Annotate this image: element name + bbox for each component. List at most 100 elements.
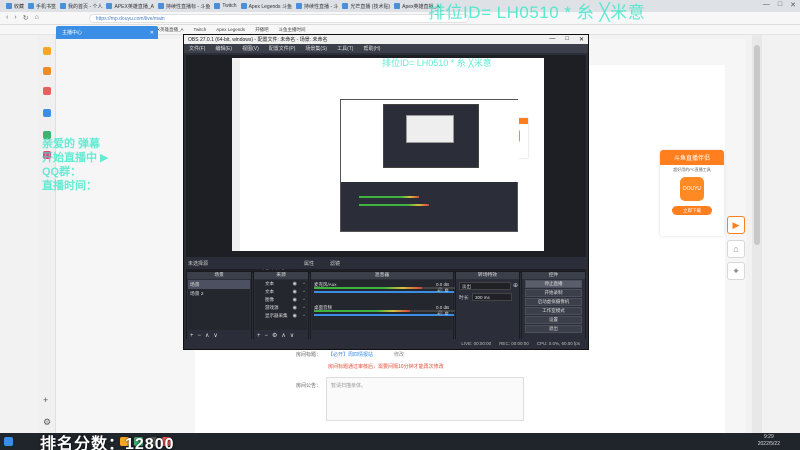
source-label: 图像 bbox=[265, 297, 274, 302]
controls-list: 停止直播 开始录制 启动虚拟摄像机 工作室模式 设置 退出 bbox=[522, 280, 585, 333]
gamepad-icon[interactable]: ✦ bbox=[727, 262, 745, 280]
sources-toolbar[interactable]: +−⚙∧∨ bbox=[257, 332, 298, 339]
lock-icon[interactable]: ▫ bbox=[303, 312, 305, 320]
browser-tab-label: 我的首页 - 个人 bbox=[68, 3, 103, 10]
mail-icon[interactable] bbox=[43, 87, 51, 95]
settings-icon[interactable]: ⚙ bbox=[43, 417, 51, 428]
start-icon[interactable] bbox=[4, 437, 13, 446]
lock-icon[interactable]: ▫ bbox=[303, 288, 305, 296]
sources-title: 来源 bbox=[254, 272, 308, 279]
source-label: 显示器采集 bbox=[265, 313, 288, 318]
source-item[interactable]: 文本 ◉ ▫ bbox=[255, 280, 307, 288]
bookmark-item[interactable]: Twitch bbox=[194, 27, 207, 32]
browser-tab[interactable]: 持续性直播标 - 斗鱼 bbox=[157, 3, 210, 10]
visibility-icon[interactable]: ◉ bbox=[293, 312, 297, 320]
forward-icon[interactable]: › bbox=[14, 14, 16, 22]
control-button[interactable]: 启动虚拟摄像机 bbox=[525, 298, 582, 306]
room-title-link[interactable]: 【必开】周四情报站 bbox=[328, 351, 373, 358]
obs-title-bar: OBS 27.0.1 (64-bit, windows) - 配置文件: 未命名… bbox=[184, 35, 588, 44]
browser-tab[interactable]: 收藏 bbox=[6, 3, 24, 10]
volume-slider[interactable] bbox=[314, 314, 454, 316]
obs-menu-item[interactable]: 视图(V) bbox=[242, 45, 259, 52]
scrollbar[interactable] bbox=[752, 35, 762, 433]
obs-menu-item[interactable]: 工具(T) bbox=[337, 45, 353, 52]
browser-side-panel: + ⚙ bbox=[38, 35, 56, 433]
audio-level-fill bbox=[314, 287, 422, 289]
obs-source-toolbar: 未选择源 属性 滤镜 bbox=[186, 257, 586, 269]
maximize-icon[interactable]: □ bbox=[778, 1, 782, 9]
obs-window: OBS 27.0.1 (64-bit, windows) - 配置文件: 未命名… bbox=[183, 34, 589, 350]
clock-date: 2022/5/22 bbox=[757, 441, 780, 447]
game-icon[interactable] bbox=[43, 109, 51, 117]
visibility-icon[interactable]: ◉ bbox=[293, 280, 297, 288]
mixer-channel: 桌面音频 0.0 dB 🔊 ⚙ bbox=[312, 305, 464, 318]
download-button[interactable]: 立即下载 bbox=[672, 206, 712, 215]
browser-tab[interactable]: Twitch bbox=[214, 3, 237, 9]
properties-button[interactable]: 属性 bbox=[304, 260, 314, 267]
add-transition-icon[interactable]: ⊕ bbox=[513, 282, 518, 289]
visibility-icon[interactable]: ◉ bbox=[293, 296, 297, 304]
browser-tab[interactable]: 手机书签 bbox=[28, 3, 56, 10]
play-icon[interactable]: ▶ bbox=[727, 216, 745, 234]
source-item[interactable]: 显示器采集 ◉ ▫ bbox=[255, 312, 307, 320]
mute-and-settings-icons[interactable]: 🔊 ⚙ bbox=[437, 311, 449, 317]
visibility-icon[interactable]: ◉ bbox=[293, 288, 297, 296]
source-item[interactable]: 游戏源 ◉ ▫ bbox=[255, 304, 307, 312]
obs-menu-item[interactable]: 配置文件(P) bbox=[269, 45, 296, 52]
control-button[interactable]: 设置 bbox=[525, 316, 582, 324]
browser-tab[interactable]: Apex Legends 斗鱼 bbox=[240, 3, 292, 10]
control-button[interactable]: 退出 bbox=[525, 325, 582, 333]
add-icon[interactable]: + bbox=[43, 395, 48, 405]
page-tab-anchor-center[interactable]: 主播中心 ✕ bbox=[56, 26, 158, 39]
scrollbar-thumb[interactable] bbox=[754, 45, 760, 245]
lock-icon[interactable]: ▫ bbox=[303, 296, 305, 304]
home-icon[interactable]: ⌂ bbox=[35, 14, 39, 22]
back-icon[interactable]: ‹ bbox=[6, 14, 8, 22]
obs-menu-item[interactable]: 帮助(H) bbox=[363, 45, 380, 52]
transition-select[interactable]: 淡出 bbox=[459, 282, 511, 290]
room-notice-textarea[interactable]: 暂请扫描亲体。 bbox=[326, 377, 524, 421]
bookmark-item[interactable]: 开播吧 bbox=[255, 27, 269, 33]
close-icon[interactable]: ✕ bbox=[790, 1, 796, 9]
scenes-toolbar[interactable]: +−∧∨ bbox=[190, 332, 222, 339]
room-title-edit-link[interactable]: 修改 bbox=[394, 351, 404, 358]
browser-tab[interactable]: 光芒直播 (技术贴) bbox=[342, 3, 390, 10]
source-item[interactable]: 图像 ◉ ▫ bbox=[255, 296, 307, 304]
obs-preview[interactable]: 排位ID= LH0510 * 糸 ╳米意 排名分数：12800 bbox=[186, 55, 586, 273]
lock-icon[interactable]: ▫ bbox=[303, 280, 305, 288]
mute-and-settings-icons[interactable]: 🔊 ⚙ bbox=[437, 288, 449, 294]
volume-slider[interactable] bbox=[314, 291, 454, 293]
close-tab-icon[interactable]: ✕ bbox=[150, 30, 158, 36]
control-button[interactable]: 开始录制 bbox=[525, 289, 582, 297]
lock-icon[interactable]: ▫ bbox=[303, 304, 305, 312]
duration-input[interactable]: 300 ms bbox=[472, 293, 512, 301]
obs-menu-item[interactable]: 场景集(S) bbox=[305, 45, 327, 52]
home-side-icon[interactable]: ⌂ bbox=[727, 240, 745, 258]
control-button[interactable]: 工作室模式 bbox=[525, 307, 582, 315]
minimize-icon[interactable]: — bbox=[763, 1, 770, 9]
browser-tab[interactable]: APEX英雄直播_A bbox=[106, 3, 154, 10]
refresh-icon[interactable]: ↻ bbox=[23, 14, 29, 22]
filters-button[interactable]: 滤镜 bbox=[330, 260, 340, 267]
bookmark-item[interactable]: 斗鱼主播时间 bbox=[279, 27, 306, 33]
visibility-icon[interactable]: ◉ bbox=[293, 304, 297, 312]
rec-timer: REC: 00:00:00 bbox=[499, 341, 529, 346]
url-input[interactable]: https://mp.douyu.com/live/main bbox=[88, 13, 469, 23]
browser-tab[interactable]: 我的首页 - 个人 bbox=[60, 3, 102, 10]
source-item[interactable]: 文本 ◉ ▫ bbox=[255, 288, 307, 296]
sources-list: 文本 ◉ ▫ 文本 ◉ ▫ 图像 ◉ ▫ 游戏源 ◉ ▫ 显示器采集 ◉ ▫ bbox=[255, 280, 307, 330]
apps-icon[interactable] bbox=[43, 67, 51, 75]
browser-tab[interactable]: 持续性直播 - 斗 bbox=[295, 3, 338, 10]
bookmark-item[interactable]: Apex Legends bbox=[216, 27, 245, 32]
obs-close-icon[interactable]: ✕ bbox=[579, 36, 584, 43]
scene-item[interactable]: 场景 2 bbox=[188, 289, 250, 298]
desktop-screen: 收藏 手机书签 我的首页 - 个人 APEX英雄直播_A 持续性直播标 - 斗鱼 Twit… bbox=[0, 0, 800, 450]
scene-item[interactable]: 场景 bbox=[188, 280, 250, 289]
obs-minimize-icon[interactable]: — bbox=[549, 36, 555, 43]
obs-menu-item[interactable]: 文件(F) bbox=[189, 45, 205, 52]
favorites-icon[interactable] bbox=[43, 47, 51, 55]
obs-menu-item[interactable]: 编辑(E) bbox=[215, 45, 232, 52]
obs-maximize-icon[interactable]: □ bbox=[565, 36, 569, 43]
audio-level-fill bbox=[314, 310, 410, 312]
control-button[interactable]: 停止直播 bbox=[525, 280, 582, 288]
